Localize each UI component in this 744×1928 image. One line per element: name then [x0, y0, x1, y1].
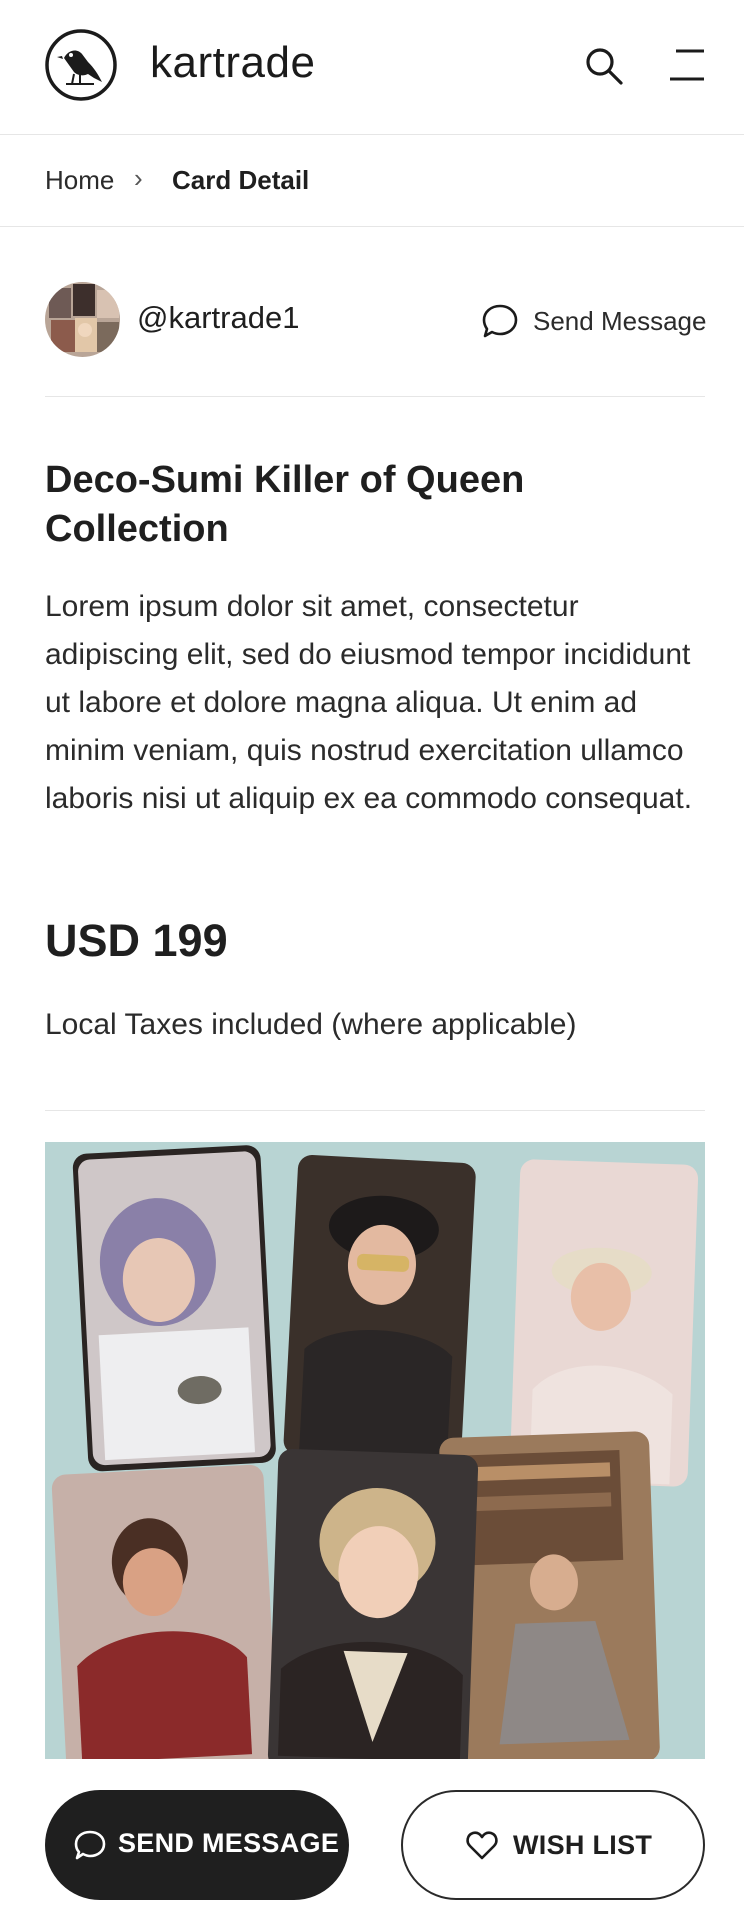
breadcrumb-current: Card Detail	[172, 165, 310, 195]
divider	[45, 396, 705, 397]
product-title: Deco-Sumi Killer of Queen Collection	[45, 459, 525, 550]
breadcrumb: Home › Card Detail	[0, 135, 744, 227]
seller-row: @kartrade1 Send Message	[45, 282, 707, 360]
search-icon[interactable]	[584, 46, 624, 86]
wish-list-button-label: WISH LIST	[513, 1830, 653, 1860]
send-message-button[interactable]: SEND MESSAGE	[45, 1790, 349, 1900]
product-description: Lorem ipsum dolor sit amet, consectetur …	[45, 590, 693, 815]
breadcrumb-separator: ›	[134, 163, 143, 193]
send-message-label: Send Message	[533, 306, 707, 336]
menu-icon[interactable]	[668, 46, 706, 84]
top-header: kartrade	[0, 0, 744, 135]
seller-username[interactable]: @kartrade1	[137, 300, 299, 336]
send-message-link[interactable]: Send Message	[481, 302, 707, 342]
product-price: USD 199	[45, 915, 228, 966]
send-message-button-label: SEND MESSAGE	[118, 1828, 340, 1858]
chat-bubble-icon	[74, 1830, 106, 1860]
chat-bubble-icon	[482, 304, 518, 338]
product-photo[interactable]	[45, 1142, 705, 1759]
divider	[45, 1110, 705, 1111]
seller-avatar[interactable]	[45, 282, 120, 357]
heart-icon	[466, 1831, 498, 1860]
tax-note: Local Taxes included (where applicable)	[45, 1008, 577, 1041]
breadcrumb-home-link[interactable]: Home	[45, 165, 114, 196]
magpie-logo-icon[interactable]	[44, 28, 118, 102]
brand-name[interactable]: kartrade	[150, 38, 315, 88]
wish-list-button[interactable]: WISH LIST	[401, 1790, 705, 1900]
